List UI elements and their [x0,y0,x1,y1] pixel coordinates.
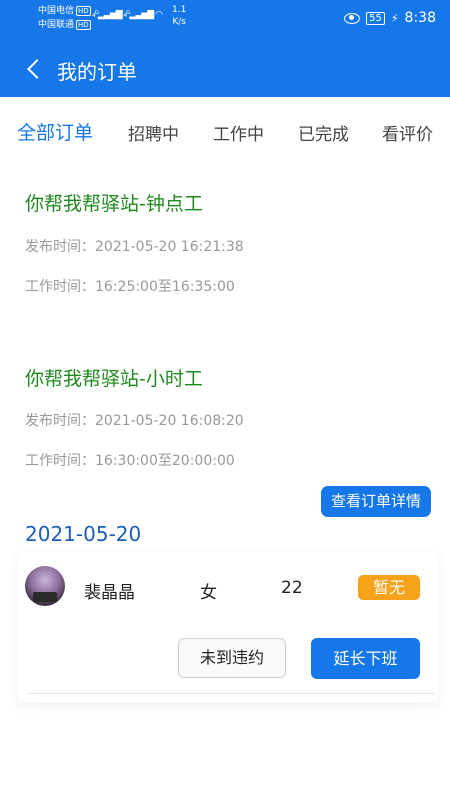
page-title: 我的订单 [57,60,137,84]
battery-icon: 55 [366,11,385,25]
tab-recruiting[interactable]: 招聘中 [128,120,179,145]
order-title: 你帮我帮驿站-小时工 [25,368,203,390]
clock: 8:38 [404,10,436,26]
status-right: 55 ⚡ 8:38 [344,10,436,26]
status-badge: 暂无 [358,575,420,600]
status-bar: 中国电信 HD 中国联通 HD ₄ᴳ▂▃▅▇ ₄ᴳ▂▃▅▇ ◠ 1.1 K/s 55… [0,0,450,42]
signal-icon: ₄ᴳ▂▃▅▇ ₄ᴳ▂▃▅▇ ◠ [92,10,163,20]
worker-age: 22 [281,578,303,598]
work-time: 工作时间：16:30:00至20:00:00 [25,453,235,469]
carrier-1: 中国电信 [38,6,75,16]
tab-completed[interactable]: 已完成 [298,120,349,145]
publish-time: 发布时间：2021-05-20 16:21:38 [25,239,244,255]
date-header: 2021-05-20 [25,522,142,546]
tab-all-orders[interactable]: 全部订单 [17,118,93,145]
network-speed-value: 1.1 [172,5,187,15]
eye-comfort-icon [344,12,361,24]
network-speed: 1.1 K/s [172,4,186,28]
tab-reviews[interactable]: 看评价 [382,120,433,145]
extend-shift-button[interactable]: 延长下班 [311,638,420,679]
carrier-info: 中国电信 HD 中国联通 HD [38,4,91,32]
hd-badge: HD [76,20,91,30]
worker-gender: 女 [200,583,217,603]
back-arrow-icon[interactable] [27,59,47,79]
carrier-2: 中国联通 [38,20,75,30]
order-title: 你帮我帮驿站-钟点工 [25,193,203,215]
work-time: 工作时间：16:25:00至16:35:00 [25,279,235,295]
tab-working[interactable]: 工作中 [213,120,264,145]
network-speed-unit: K/s [172,17,186,27]
order-tabs: 全部订单 招聘中 工作中 已完成 看评价 [0,97,450,159]
hd-badge: HD [76,6,91,16]
worker-name: 裴晶晶 [84,583,135,603]
view-order-details-button[interactable]: 查看订单详情 [321,486,431,517]
no-show-violation-button[interactable]: 未到违约 [178,638,286,678]
charging-icon: ⚡ [390,11,399,25]
divider [27,693,435,694]
publish-time: 发布时间：2021-05-20 16:08:20 [25,413,244,429]
avatar [25,566,65,606]
title-bar: 我的订单 [0,42,450,97]
